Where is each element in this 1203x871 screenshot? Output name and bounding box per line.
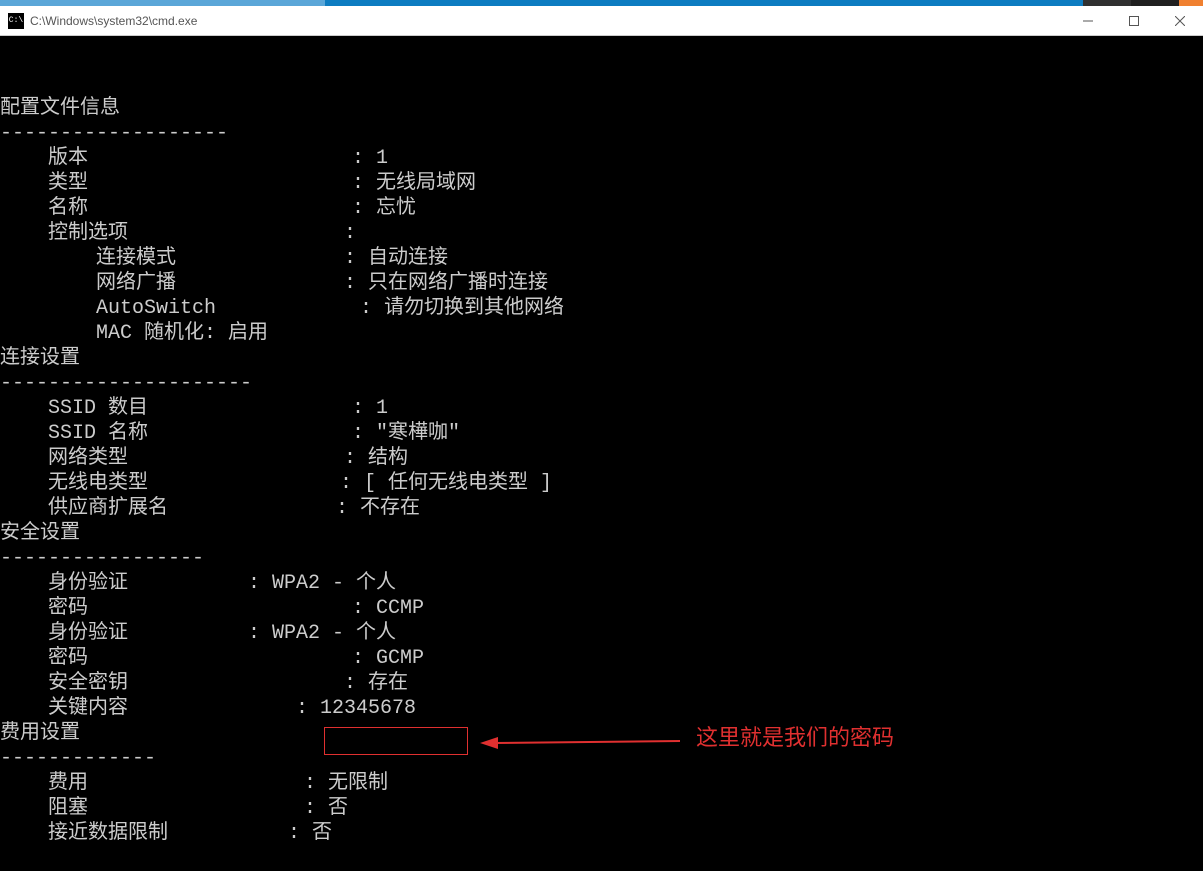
profile-header: 配置文件信息 (0, 96, 1203, 121)
conn-row-2: 网络类型 : 结构 (0, 446, 1203, 471)
security-row-4: 安全密钥 : 存在 (0, 671, 1203, 696)
window-title: C:\Windows\system32\cmd.exe (30, 14, 197, 28)
profile-row-5: 网络广播 : 只在网络广播时连接 (0, 271, 1203, 296)
annotation-text: 这里就是我们的密码 (696, 725, 894, 750)
conn-header: 连接设置 (0, 346, 1203, 371)
conn-row-0: SSID 数目 : 1 (0, 396, 1203, 421)
profile-row-6: AutoSwitch : 请勿切换到其他网络 (0, 296, 1203, 321)
security-row-5: 关键内容 : 12345678 (0, 696, 1203, 721)
conn-divider: --------------------- (0, 371, 1203, 396)
profile-row-2: 名称 : 忘忧 (0, 196, 1203, 221)
conn-row-4: 供应商扩展名 : 不存在 (0, 496, 1203, 521)
terminal-output: 配置文件信息------------------- 版本 : 1 类型 : 无线… (0, 36, 1203, 871)
password-highlight-box (324, 727, 468, 755)
security-header: 安全设置 (0, 521, 1203, 546)
minimize-button[interactable] (1065, 6, 1111, 36)
security-divider: ----------------- (0, 546, 1203, 571)
profile-row-7: MAC 随机化: 启用 (0, 321, 1203, 346)
close-button[interactable] (1157, 6, 1203, 36)
cost-row-1: 阻塞 : 否 (0, 796, 1203, 821)
annotation-arrow (480, 731, 690, 761)
profile-row-0: 版本 : 1 (0, 146, 1203, 171)
maximize-button[interactable] (1111, 6, 1157, 36)
profile-row-4: 连接模式 : 自动连接 (0, 246, 1203, 271)
security-row-1: 密码 : CCMP (0, 596, 1203, 621)
window-titlebar: C:\ C:\Windows\system32\cmd.exe (0, 6, 1203, 36)
cmd-icon: C:\ (8, 13, 24, 29)
profile-row-1: 类型 : 无线局域网 (0, 171, 1203, 196)
cost-row-2: 接近数据限制 : 否 (0, 821, 1203, 846)
conn-row-1: SSID 名称 : "寒樺咖" (0, 421, 1203, 446)
security-row-0: 身份验证 : WPA2 - 个人 (0, 571, 1203, 596)
conn-row-3: 无线电类型 : [ 任何无线电类型 ] (0, 471, 1203, 496)
security-row-3: 密码 : GCMP (0, 646, 1203, 671)
cost-row-0: 费用 : 无限制 (0, 771, 1203, 796)
profile-divider: ------------------- (0, 121, 1203, 146)
security-row-2: 身份验证 : WPA2 - 个人 (0, 621, 1203, 646)
profile-row-3: 控制选项 : (0, 221, 1203, 246)
